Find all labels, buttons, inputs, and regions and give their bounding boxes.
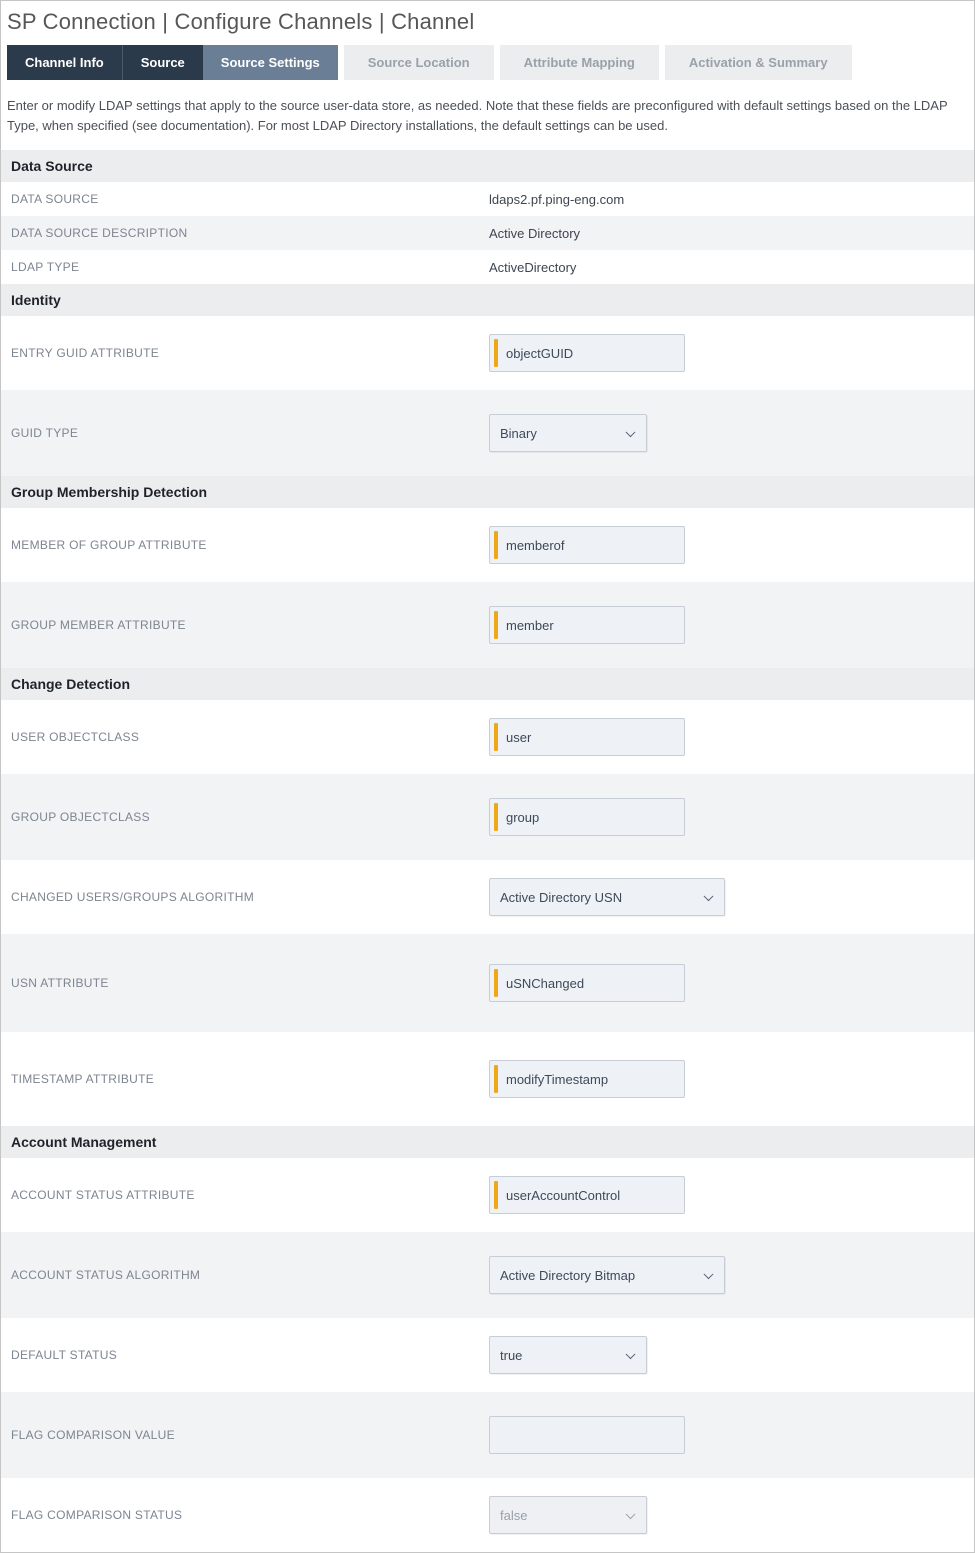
- chevron-down-icon: [626, 1510, 636, 1520]
- input-user-objectclass[interactable]: [489, 718, 685, 756]
- section-change-detection: Change Detection: [1, 668, 974, 700]
- section-identity: Identity: [1, 284, 974, 316]
- select-flag-comp-status-value: false: [500, 1508, 527, 1523]
- section-account-management: Account Management: [1, 1126, 974, 1158]
- row-changed-algo: CHANGED USERS/GROUPS ALGORITHM Active Di…: [1, 860, 974, 934]
- required-marker-icon: [494, 723, 498, 751]
- intro-text: Enter or modify LDAP settings that apply…: [1, 80, 974, 150]
- select-flag-comp-status[interactable]: false: [489, 1496, 647, 1534]
- input-member-of[interactable]: [489, 526, 685, 564]
- tab-source-location[interactable]: Source Location: [344, 45, 494, 80]
- row-entry-guid: ENTRY GUID ATTRIBUTE: [1, 316, 974, 390]
- row-group-member: GROUP MEMBER ATTRIBUTE: [1, 582, 974, 668]
- label-data-source: DATA SOURCE: [11, 192, 489, 206]
- input-group-member[interactable]: [489, 606, 685, 644]
- label-default-status: DEFAULT STATUS: [11, 1348, 489, 1362]
- row-ldap-type: LDAP TYPE ActiveDirectory: [1, 250, 974, 284]
- value-data-source: ldaps2.pf.ping-eng.com: [489, 192, 624, 207]
- label-group-objectclass: GROUP OBJECTCLASS: [11, 810, 489, 824]
- input-entry-guid[interactable]: [489, 334, 685, 372]
- required-marker-icon: [494, 1181, 498, 1209]
- tab-bar: Channel Info Source Source Settings Sour…: [1, 45, 974, 80]
- row-user-objectclass: USER OBJECTCLASS: [1, 700, 974, 774]
- section-data-source: Data Source: [1, 150, 974, 182]
- row-data-source-desc: DATA SOURCE DESCRIPTION Active Directory: [1, 216, 974, 250]
- row-member-of: MEMBER OF GROUP ATTRIBUTE: [1, 508, 974, 582]
- select-default-status-value: true: [500, 1348, 522, 1363]
- required-marker-icon: [494, 969, 498, 997]
- chevron-down-icon: [704, 892, 714, 902]
- label-account-status-algo: ACCOUNT STATUS ALGORITHM: [11, 1268, 489, 1282]
- select-changed-algo[interactable]: Active Directory USN: [489, 878, 725, 916]
- tab-channel-info[interactable]: Channel Info: [7, 45, 122, 80]
- label-data-source-desc: DATA SOURCE DESCRIPTION: [11, 226, 489, 240]
- label-flag-comp-value: FLAG COMPARISON VALUE: [11, 1428, 489, 1442]
- label-usn-attr: USN ATTRIBUTE: [11, 976, 489, 990]
- page-title: SP Connection | Configure Channels | Cha…: [1, 1, 974, 45]
- row-account-status-algo: ACCOUNT STATUS ALGORITHM Active Director…: [1, 1232, 974, 1318]
- required-marker-icon: [494, 1065, 498, 1093]
- label-changed-algo: CHANGED USERS/GROUPS ALGORITHM: [11, 890, 489, 904]
- row-default-status: DEFAULT STATUS true: [1, 1318, 974, 1392]
- select-changed-algo-value: Active Directory USN: [500, 890, 622, 905]
- value-ldap-type: ActiveDirectory: [489, 260, 576, 275]
- label-user-objectclass: USER OBJECTCLASS: [11, 730, 489, 744]
- row-guid-type: GUID TYPE Binary: [1, 390, 974, 476]
- label-guid-type: GUID TYPE: [11, 426, 489, 440]
- tab-activation-summary[interactable]: Activation & Summary: [665, 45, 852, 80]
- label-group-member: GROUP MEMBER ATTRIBUTE: [11, 618, 489, 632]
- row-group-objectclass: GROUP OBJECTCLASS: [1, 774, 974, 860]
- label-entry-guid: ENTRY GUID ATTRIBUTE: [11, 346, 489, 360]
- row-flag-comp-status: FLAG COMPARISON STATUS false: [1, 1478, 974, 1552]
- required-marker-icon: [494, 531, 498, 559]
- label-account-status-attr: ACCOUNT STATUS ATTRIBUTE: [11, 1188, 489, 1202]
- chevron-down-icon: [626, 428, 636, 438]
- chevron-down-icon: [704, 1270, 714, 1280]
- required-marker-icon: [494, 611, 498, 639]
- input-flag-comp-value[interactable]: [489, 1416, 685, 1454]
- row-flag-comp-value: FLAG COMPARISON VALUE: [1, 1392, 974, 1478]
- label-flag-comp-status: FLAG COMPARISON STATUS: [11, 1508, 489, 1522]
- row-usn-attr: USN ATTRIBUTE: [1, 934, 974, 1032]
- tab-source[interactable]: Source: [122, 45, 203, 80]
- label-member-of: MEMBER OF GROUP ATTRIBUTE: [11, 538, 489, 552]
- select-guid-type-value: Binary: [500, 426, 537, 441]
- label-timestamp-attr: TIMESTAMP ATTRIBUTE: [11, 1072, 489, 1086]
- select-guid-type[interactable]: Binary: [489, 414, 647, 452]
- row-data-source: DATA SOURCE ldaps2.pf.ping-eng.com: [1, 182, 974, 216]
- label-ldap-type: LDAP TYPE: [11, 260, 489, 274]
- input-timestamp-attr[interactable]: [489, 1060, 685, 1098]
- row-timestamp-attr: TIMESTAMP ATTRIBUTE: [1, 1032, 974, 1126]
- select-default-status[interactable]: true: [489, 1336, 647, 1374]
- section-group-membership: Group Membership Detection: [1, 476, 974, 508]
- required-marker-icon: [494, 339, 498, 367]
- select-account-status-algo-value: Active Directory Bitmap: [500, 1268, 635, 1283]
- select-account-status-algo[interactable]: Active Directory Bitmap: [489, 1256, 725, 1294]
- input-account-status-attr[interactable]: [489, 1176, 685, 1214]
- tab-source-settings[interactable]: Source Settings: [203, 45, 338, 80]
- tab-attribute-mapping[interactable]: Attribute Mapping: [500, 45, 659, 80]
- required-marker-icon: [494, 803, 498, 831]
- chevron-down-icon: [626, 1350, 636, 1360]
- input-usn-attr[interactable]: [489, 964, 685, 1002]
- row-account-status-attr: ACCOUNT STATUS ATTRIBUTE: [1, 1158, 974, 1232]
- input-group-objectclass[interactable]: [489, 798, 685, 836]
- value-data-source-desc: Active Directory: [489, 226, 580, 241]
